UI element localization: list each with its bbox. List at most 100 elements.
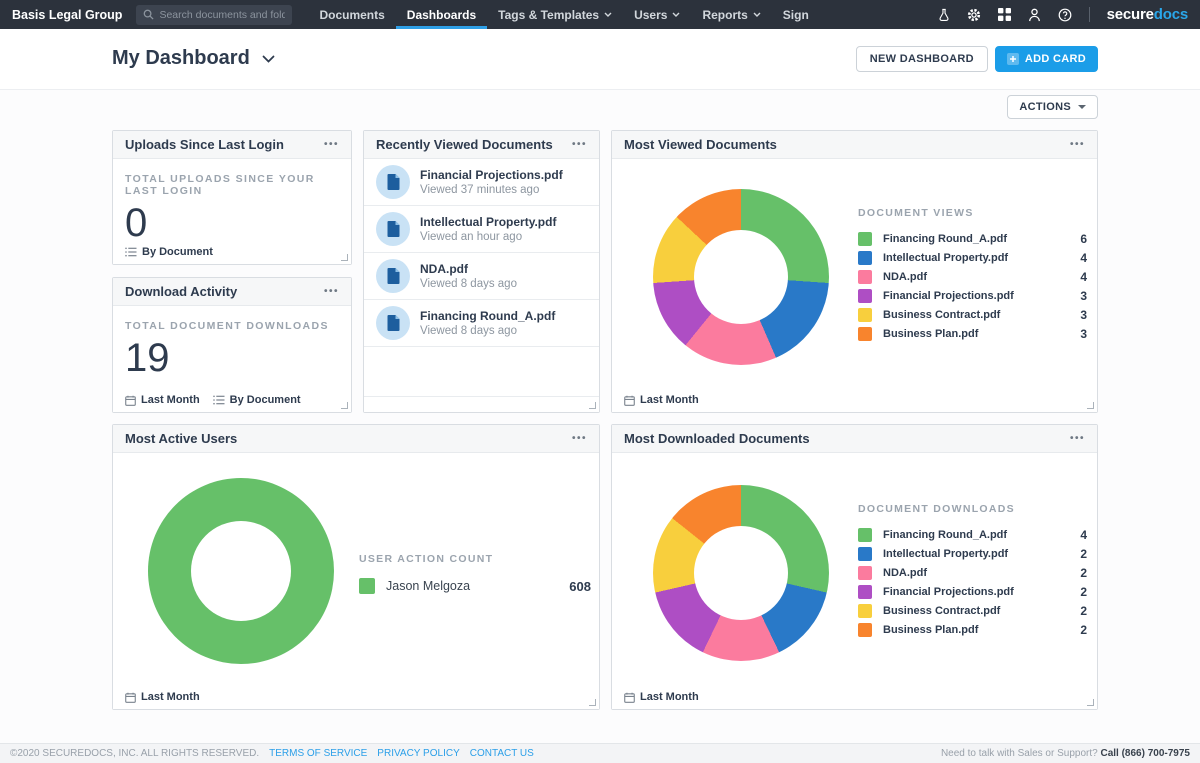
question-circle-icon	[1058, 8, 1072, 22]
legend-label: NDA.pdf	[883, 567, 1069, 579]
add-card-label: ADD CARD	[1025, 53, 1086, 65]
nav-item-users[interactable]: Users	[623, 0, 691, 29]
by-document-filter[interactable]: By Document	[213, 394, 301, 406]
nav-item-label: Tags & Templates	[498, 8, 599, 22]
legend-title: USER ACTION COUNT	[359, 553, 591, 565]
legend-value: 3	[1080, 327, 1087, 341]
document-name: NDA.pdf	[420, 262, 517, 276]
list-icon	[213, 395, 225, 405]
card-menu-icon[interactable]: •••	[572, 139, 587, 150]
settings-button[interactable]	[967, 8, 981, 22]
calendar-icon	[125, 395, 136, 406]
legend-item: Business Plan.pdf 2	[858, 623, 1087, 637]
chart-legend: USER ACTION COUNT Jason Melgoza 608	[359, 553, 591, 599]
last-month-filter[interactable]: Last Month	[125, 691, 200, 703]
document-viewed-time: Viewed 37 minutes ago	[420, 184, 563, 196]
chart-legend: DOCUMENT DOWNLOADS Financing Round_A.pdf…	[858, 503, 1087, 642]
site-footer: ©2020 SECUREDOCS, INC. ALL RIGHTS RESERV…	[0, 743, 1200, 763]
document-name: Financing Round_A.pdf	[420, 309, 555, 323]
resize-handle[interactable]	[1087, 699, 1094, 706]
support-text: Need to talk with Sales or Support? Call…	[941, 748, 1190, 759]
last-month-filter[interactable]: Last Month	[125, 394, 200, 406]
legend-swatch	[858, 623, 872, 637]
privacy-policy-link[interactable]: PRIVACY POLICY	[377, 748, 459, 759]
last-month-filter[interactable]: Last Month	[624, 394, 699, 406]
nav-item-tags-templates[interactable]: Tags & Templates	[487, 0, 623, 29]
last-month-filter[interactable]: Last Month	[624, 691, 699, 703]
document-viewed-time: Viewed an hour ago	[420, 231, 556, 243]
legend-swatch	[858, 585, 872, 599]
chevron-down-icon	[672, 12, 680, 17]
contact-us-link[interactable]: CONTACT US	[470, 748, 534, 759]
nav-item-dashboards[interactable]: Dashboards	[396, 0, 487, 29]
terms-of-service-link[interactable]: TERMS OF SERVICE	[269, 748, 367, 759]
card-menu-icon[interactable]: •••	[324, 286, 339, 297]
card-menu-icon[interactable]: •••	[1070, 433, 1085, 444]
donut-hole	[191, 521, 291, 621]
search-input[interactable]	[159, 9, 285, 21]
card-title: Most Active Users	[125, 431, 237, 446]
logo-secure: secure	[1107, 6, 1154, 23]
plus-square-icon	[1007, 53, 1019, 65]
securedocs-logo[interactable]: securedocs	[1107, 6, 1188, 23]
legend-swatch	[858, 232, 872, 246]
search-icon	[143, 9, 154, 20]
legend-swatch	[858, 547, 872, 561]
legend-item: NDA.pdf 2	[858, 566, 1087, 580]
card-download-activity: Download Activity ••• TOTAL DOCUMENT DOW…	[112, 277, 352, 413]
resize-handle[interactable]	[1087, 402, 1094, 409]
legend-value: 2	[1080, 585, 1087, 599]
legend-label: Business Contract.pdf	[883, 605, 1069, 617]
account-brand[interactable]: Basis Legal Group	[12, 8, 122, 22]
apps-grid-icon	[998, 8, 1011, 21]
help-button[interactable]	[1058, 8, 1072, 22]
nav-item-reports[interactable]: Reports	[691, 0, 771, 29]
legend-label: NDA.pdf	[883, 271, 1069, 283]
add-card-button[interactable]: ADD CARD	[995, 46, 1098, 72]
apps-button[interactable]	[998, 8, 1011, 21]
legend-value: 4	[1080, 528, 1087, 542]
recent-document-row[interactable]: NDA.pdf Viewed 8 days ago	[364, 253, 599, 300]
legend-item: Financial Projections.pdf 2	[858, 585, 1087, 599]
card-menu-icon[interactable]: •••	[1070, 139, 1085, 150]
recent-document-row[interactable]: Intellectual Property.pdf Viewed an hour…	[364, 206, 599, 253]
chart-legend: DOCUMENT VIEWS Financing Round_A.pdf 6 I…	[858, 207, 1087, 346]
labs-button[interactable]	[938, 8, 950, 22]
legend-swatch	[359, 578, 375, 594]
legend-item: Financing Round_A.pdf 4	[858, 528, 1087, 542]
resize-handle[interactable]	[589, 402, 596, 409]
nav-menu: Documents Dashboards Tags & Templates Us…	[308, 0, 819, 29]
legend-value: 2	[1080, 566, 1087, 580]
actions-button[interactable]: ACTIONS	[1007, 95, 1098, 119]
card-title: Download Activity	[125, 284, 237, 299]
search-box[interactable]	[136, 5, 292, 25]
card-menu-icon[interactable]: •••	[324, 139, 339, 150]
chevron-down-icon	[262, 55, 275, 63]
legend-item: Financial Projections.pdf 3	[858, 289, 1087, 303]
nav-item-documents[interactable]: Documents	[308, 0, 395, 29]
legend-label: Jason Melgoza	[386, 579, 558, 593]
profile-button[interactable]	[1028, 8, 1041, 22]
dashboard-title-dropdown[interactable]: My Dashboard	[112, 47, 275, 70]
card-footer: Last Month By Document	[113, 388, 351, 412]
legend-swatch	[858, 270, 872, 284]
resize-handle[interactable]	[341, 254, 348, 261]
recent-document-row[interactable]: Financial Projections.pdf Viewed 37 minu…	[364, 159, 599, 206]
card-most-downloaded-documents: Most Downloaded Documents ••• DOCUMENT D…	[611, 424, 1098, 710]
resize-handle[interactable]	[341, 402, 348, 409]
card-footer: Last Month	[612, 388, 1097, 412]
by-document-filter[interactable]: By Document	[125, 246, 213, 258]
resize-handle[interactable]	[589, 699, 596, 706]
new-dashboard-button[interactable]: NEW DASHBOARD	[856, 46, 988, 72]
nav-item-sign[interactable]: Sign	[772, 0, 820, 29]
caret-down-icon	[1078, 105, 1086, 109]
legend-label: Business Contract.pdf	[883, 309, 1069, 321]
recent-document-row[interactable]: Financing Round_A.pdf Viewed 8 days ago	[364, 300, 599, 347]
card-menu-icon[interactable]: •••	[572, 433, 587, 444]
card-most-viewed-documents: Most Viewed Documents ••• DOCUMENT VIEWS…	[611, 130, 1098, 413]
donut-hole	[694, 526, 788, 620]
card-most-active-users: Most Active Users ••• USER ACTION COUNT …	[112, 424, 600, 710]
legend-item: Jason Melgoza 608	[359, 578, 591, 594]
legend-value: 2	[1080, 623, 1087, 637]
legend-value: 3	[1080, 289, 1087, 303]
